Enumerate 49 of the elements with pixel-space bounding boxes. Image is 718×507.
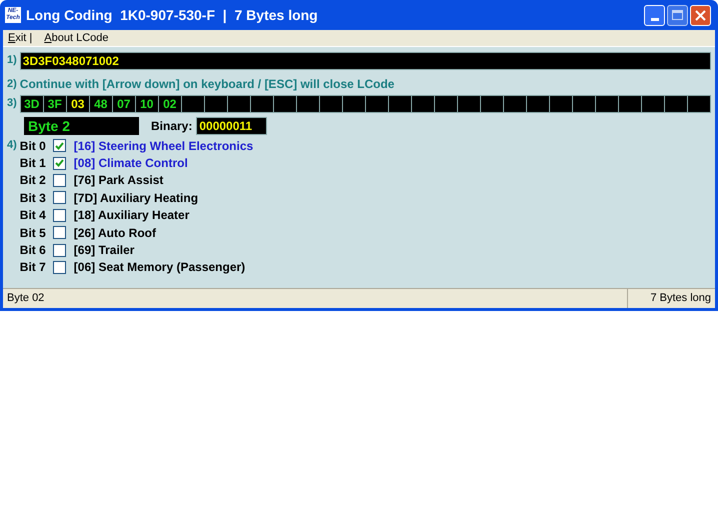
- byte-cell[interactable]: 48: [90, 96, 113, 112]
- status-text: Byte 02: [6, 291, 46, 306]
- option-label: [16] Steering Wheel Electronics: [74, 138, 254, 155]
- byte-cell[interactable]: 03: [66, 96, 90, 112]
- step-number: 3): [7, 96, 17, 111]
- option-label: [7D] Auxiliary Heating: [74, 190, 198, 207]
- bit-label: Bit 2: [20, 172, 47, 190]
- checkbox[interactable]: [52, 156, 66, 170]
- hint-text: Continue with [Arrow down] on keyboard / [ESC] will close LCode: [20, 76, 394, 93]
- checkbox[interactable]: [52, 191, 66, 204]
- option-label: [06] Seat Memory (Passenger): [74, 259, 246, 276]
- minimize-button[interactable]: [644, 4, 665, 26]
- byte-label: Byte 2: [24, 117, 139, 135]
- status-text: 7 Bytes long: [627, 289, 715, 308]
- checkbox[interactable]: [52, 244, 66, 257]
- close-icon: [695, 10, 706, 20]
- byte-cell[interactable]: 02: [158, 96, 182, 112]
- step-number: 1): [7, 53, 17, 68]
- binary-value: 00000011: [196, 117, 268, 135]
- byte-cell[interactable]: 3F: [44, 96, 67, 112]
- checkbox[interactable]: [52, 139, 66, 152]
- byte-cell[interactable]: 10: [136, 96, 159, 112]
- bit-label: Bit 0: [20, 138, 47, 155]
- menu-item[interactable]: Exit |: [8, 30, 32, 46]
- byte-cell[interactable]: 07: [112, 96, 136, 112]
- close-button[interactable]: [690, 4, 711, 26]
- option-label: [18] Auxiliary Heater: [74, 207, 190, 224]
- checkbox[interactable]: [52, 174, 66, 187]
- step-number: 4): [7, 138, 17, 153]
- maximize-button[interactable]: [667, 4, 688, 26]
- step-number: 2): [7, 76, 17, 92]
- window-title: Long Coding 1K0-907-530-F | 7 Bytes long: [26, 6, 318, 26]
- bit-label: Bit 5: [20, 224, 47, 242]
- coding-field[interactable]: 3D3F0348071002: [20, 52, 711, 70]
- checkbox[interactable]: [52, 226, 66, 240]
- bit-label: Bit 4: [20, 207, 47, 224]
- option-label: [26] Auto Roof: [74, 224, 156, 242]
- option-label: [08] Climate Control: [74, 155, 188, 172]
- bit-label: Bit 6: [20, 242, 47, 260]
- bit-label: Bit 7: [20, 259, 47, 276]
- option-label: [76] Park Assist: [74, 172, 164, 190]
- option-label: [69] Trailer: [74, 242, 134, 260]
- checkbox[interactable]: [52, 260, 66, 274]
- menu-item[interactable]: About LCode: [44, 30, 108, 46]
- binary-label: Binary:: [151, 118, 192, 135]
- checkbox[interactable]: [52, 208, 66, 222]
- bit-label: Bit 3: [20, 190, 47, 207]
- bit-label: Bit 1: [20, 155, 47, 172]
- byte-cell[interactable]: 3D: [20, 96, 44, 112]
